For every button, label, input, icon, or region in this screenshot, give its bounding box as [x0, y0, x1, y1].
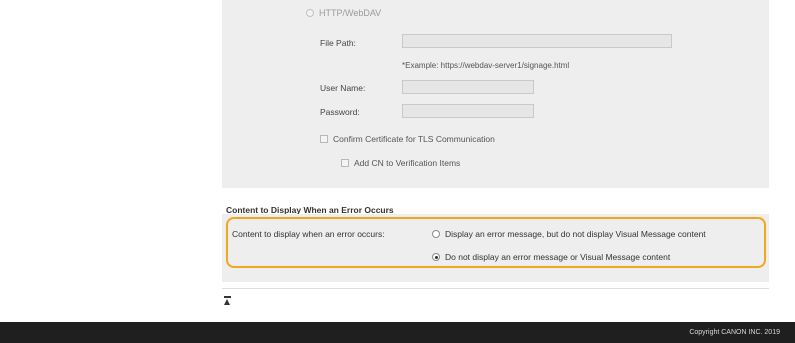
confirm-certificate-label: Confirm Certificate for TLS Communicatio… [333, 134, 495, 144]
password-label: Password: [320, 107, 360, 117]
settings-page: HTTP/WebDAV File Path: *Example: https:/… [0, 0, 795, 343]
error-option-no-display[interactable]: Do not display an error message or Visua… [432, 252, 670, 262]
protocol-radio-label: HTTP/WebDAV [319, 8, 382, 18]
divider [222, 288, 769, 289]
file-path-example: *Example: https://webdav-server1/signage… [402, 61, 570, 70]
error-field-label: Content to display when an error occurs: [232, 229, 385, 239]
confirm-certificate-checkbox-row[interactable]: Confirm Certificate for TLS Communicatio… [320, 134, 495, 144]
user-name-input[interactable] [402, 80, 534, 94]
password-input[interactable] [402, 104, 534, 118]
file-path-label: File Path: [320, 38, 356, 48]
remote-settings-panel [222, 0, 769, 188]
radio-button[interactable] [432, 230, 440, 238]
user-name-label: User Name: [320, 83, 366, 93]
error-option-label: Display an error message, but do not dis… [445, 229, 706, 239]
back-to-top-icon[interactable] [222, 296, 232, 308]
radio-button-selected[interactable] [432, 253, 440, 261]
protocol-radio-webdav[interactable]: HTTP/WebDAV [306, 8, 381, 18]
copyright-text: Copyright CANON INC. 2019 [689, 329, 780, 336]
add-cn-checkbox[interactable] [341, 159, 349, 167]
add-cn-checkbox-row[interactable]: Add CN to Verification Items [341, 158, 460, 168]
footer: Copyright CANON INC. 2019 [0, 322, 795, 343]
add-cn-label: Add CN to Verification Items [354, 158, 461, 168]
confirm-certificate-checkbox[interactable] [320, 135, 328, 143]
error-option-display-message[interactable]: Display an error message, but do not dis… [432, 229, 706, 239]
error-option-label: Do not display an error message or Visua… [445, 252, 671, 262]
file-path-input[interactable] [402, 34, 672, 48]
radio-button[interactable] [306, 9, 314, 17]
